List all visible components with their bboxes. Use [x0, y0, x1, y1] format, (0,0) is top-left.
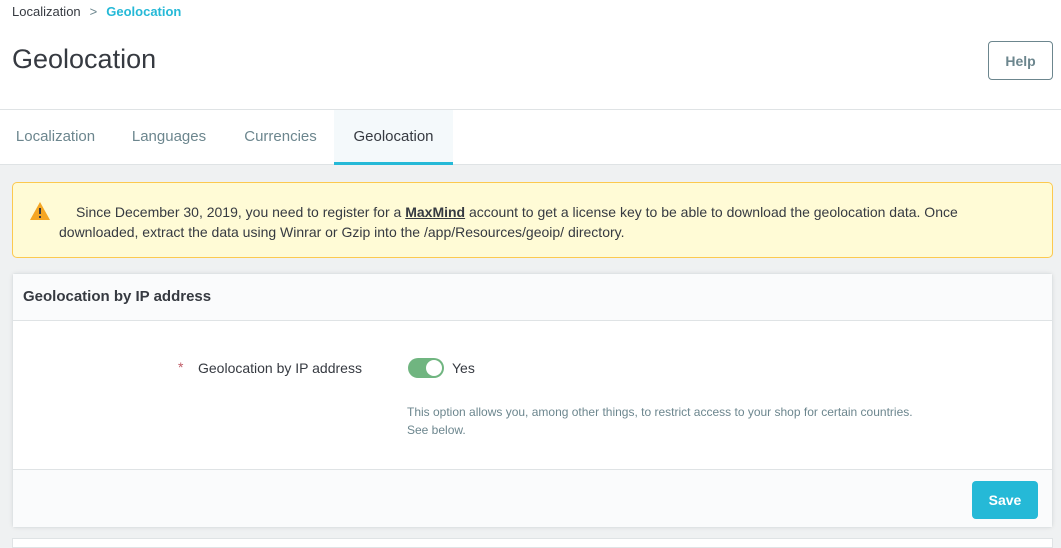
- switch-knob: [426, 360, 442, 376]
- switch-state-label: Yes: [452, 360, 475, 376]
- geolocation-field-label: Geolocation by IP address: [198, 360, 362, 376]
- card-title: Geolocation by IP address: [13, 274, 1052, 321]
- maxmind-link[interactable]: MaxMind: [405, 204, 465, 220]
- geolocation-card: Geolocation by IP address * Geolocation …: [12, 273, 1053, 528]
- help-text-line-1: This option allows you, among other thin…: [407, 405, 913, 419]
- warning-alert: Since December 30, 2019, you need to reg…: [12, 182, 1053, 258]
- page-title: Geolocation: [12, 44, 157, 74]
- page-header: Localization > Geolocation Geolocation Hel…: [0, 0, 1061, 110]
- breadcrumb-separator: >: [89, 4, 98, 19]
- save-button[interactable]: Save: [972, 481, 1038, 519]
- tab-localization[interactable]: Localization: [0, 110, 111, 165]
- tab-geolocation[interactable]: Geolocation: [334, 110, 453, 165]
- geolocation-toggle-switch[interactable]: [408, 358, 444, 378]
- help-button[interactable]: Help: [988, 41, 1053, 80]
- tab-bar: Localization Languages Currencies Geoloc…: [0, 110, 1061, 165]
- help-text-line-2: See below.: [407, 423, 466, 437]
- tab-currencies[interactable]: Currencies: [227, 110, 334, 165]
- next-card-edge: [12, 538, 1053, 548]
- card-body: * Geolocation by IP address Yes This opt…: [13, 321, 1052, 469]
- required-marker: *: [178, 359, 184, 375]
- warning-icon: [30, 202, 50, 220]
- breadcrumb-current[interactable]: Geolocation: [106, 4, 181, 19]
- alert-message: Since December 30, 2019, you need to reg…: [59, 202, 1034, 242]
- alert-text-before: Since December 30, 2019, you need to reg…: [76, 204, 402, 220]
- card-footer: Save: [13, 469, 1052, 527]
- breadcrumb-parent[interactable]: Localization: [12, 4, 81, 19]
- field-help-text: This option allows you, among other thin…: [407, 403, 967, 439]
- tab-languages[interactable]: Languages: [111, 110, 227, 165]
- breadcrumb: Localization > Geolocation: [12, 4, 181, 19]
